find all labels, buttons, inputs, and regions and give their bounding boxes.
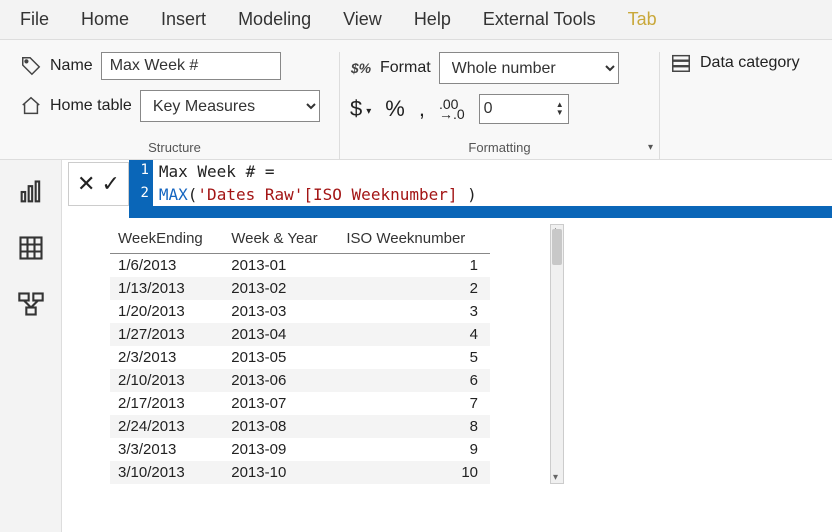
formula-buttons: ✕ ✓: [68, 162, 129, 206]
cell-weekending: 1/27/2013: [110, 323, 223, 346]
table-row[interactable]: 2/17/20132013-077: [110, 392, 490, 415]
formula-bar: ✕ ✓ 1 Max Week # = 2 MAX('Dates Raw'[ISO…: [62, 160, 832, 218]
cell-weekending: 2/10/2013: [110, 369, 223, 392]
cell-weekyear: 2013-03: [223, 300, 338, 323]
cell-weekending: 1/6/2013: [110, 254, 223, 278]
col-weekending[interactable]: WeekEnding: [110, 224, 223, 254]
cell-isoweek: 5: [338, 346, 490, 369]
tab-insert[interactable]: Insert: [161, 9, 206, 30]
name-label: Name: [50, 57, 93, 75]
cell-weekending: 1/20/2013: [110, 300, 223, 323]
currency-button[interactable]: $: [350, 96, 362, 122]
tab-modeling[interactable]: Modeling: [238, 9, 311, 30]
formatting-expand-icon[interactable]: ▾: [648, 142, 653, 153]
table-row[interactable]: 1/13/20132013-022: [110, 277, 490, 300]
cell-weekending: 2/24/2013: [110, 415, 223, 438]
cell-weekending: 1/13/2013: [110, 277, 223, 300]
formula-selection-bar: [129, 206, 832, 218]
cell-weekending: 3/3/2013: [110, 438, 223, 461]
format-select[interactable]: Whole number: [439, 52, 619, 84]
table-row[interactable]: 1/27/20132013-044: [110, 323, 490, 346]
spin-arrows[interactable]: ▲▼: [556, 101, 564, 117]
cell-weekyear: 2013-02: [223, 277, 338, 300]
cell-isoweek: 1: [338, 254, 490, 278]
ribbon-tabs: File Home Insert Modeling View Help Exte…: [0, 0, 832, 40]
decimal-places-spin[interactable]: 0 ▲▼: [479, 94, 569, 124]
cell-isoweek: 6: [338, 369, 490, 392]
group-title-formatting: Formatting: [340, 140, 659, 155]
cell-weekyear: 2013-08: [223, 415, 338, 438]
name-input[interactable]: [101, 52, 281, 80]
table-row[interactable]: 1/6/20132013-011: [110, 254, 490, 278]
formula-line-1[interactable]: Max Week # =: [153, 160, 832, 183]
group-formatting: $% Format Whole number $ ▾ % , .00→.0 0 …: [340, 52, 660, 159]
format-label: Format: [380, 59, 431, 77]
hometable-select[interactable]: Key Measures: [140, 90, 320, 122]
cell-isoweek: 8: [338, 415, 490, 438]
table-row[interactable]: 2/3/20132013-055: [110, 346, 490, 369]
group-title-structure: Structure: [10, 140, 339, 155]
table-row[interactable]: 2/10/20132013-066: [110, 369, 490, 392]
tag-icon: [20, 55, 42, 77]
ribbon-content: Name Home table Key Measures Structure $…: [0, 40, 832, 160]
cell-isoweek: 2: [338, 277, 490, 300]
cell-weekending: 2/3/2013: [110, 346, 223, 369]
table-row[interactable]: 2/24/20132013-088: [110, 415, 490, 438]
tab-home[interactable]: Home: [81, 9, 129, 30]
commit-formula-icon[interactable]: ✓: [101, 171, 119, 197]
tab-external-tools[interactable]: External Tools: [483, 9, 596, 30]
line-number-1: 1: [129, 160, 153, 183]
table-row[interactable]: 3/3/20132013-099: [110, 438, 490, 461]
cell-weekyear: 2013-07: [223, 392, 338, 415]
home-icon: [20, 95, 42, 117]
data-category-icon: [670, 52, 692, 74]
group-structure: Name Home table Key Measures Structure: [10, 52, 340, 159]
table-row[interactable]: 3/10/20132013-1010: [110, 461, 490, 484]
cell-isoweek: 7: [338, 392, 490, 415]
cell-isoweek: 9: [338, 438, 490, 461]
main-area: ✕ ✓ 1 Max Week # = 2 MAX('Dates Raw'[ISO…: [0, 160, 832, 532]
cell-weekyear: 2013-04: [223, 323, 338, 346]
percent-button[interactable]: %: [385, 96, 405, 122]
vertical-scrollbar[interactable]: [550, 224, 564, 484]
tab-active-partial[interactable]: Tab: [628, 9, 657, 30]
cell-weekending: 3/10/2013: [110, 461, 223, 484]
line-number-2: 2: [129, 183, 153, 206]
currency-dropdown-icon[interactable]: ▾: [366, 106, 371, 117]
cell-weekyear: 2013-09: [223, 438, 338, 461]
model-view-icon[interactable]: [17, 290, 45, 318]
data-view-icon[interactable]: [17, 234, 45, 262]
cell-weekyear: 2013-06: [223, 369, 338, 392]
cell-weekending: 2/17/2013: [110, 392, 223, 415]
tab-file[interactable]: File: [20, 9, 49, 30]
view-switcher: [0, 160, 62, 532]
tab-view[interactable]: View: [343, 9, 382, 30]
cell-isoweek: 4: [338, 323, 490, 346]
group-properties: Data category: [660, 52, 822, 159]
tab-help[interactable]: Help: [414, 9, 451, 30]
result-table: WeekEnding Week & Year ISO Weeknumber 1/…: [110, 224, 490, 484]
cell-weekyear: 2013-01: [223, 254, 338, 278]
cell-isoweek: 10: [338, 461, 490, 484]
table-row[interactable]: 1/20/20132013-033: [110, 300, 490, 323]
thousands-button[interactable]: ,: [419, 96, 425, 122]
decimal-value: 0: [484, 100, 493, 118]
hometable-label: Home table: [50, 97, 132, 115]
percent-format-icon: $%: [350, 57, 372, 79]
col-weekyear[interactable]: Week & Year: [223, 224, 338, 254]
col-isoweek[interactable]: ISO Weeknumber: [338, 224, 490, 254]
formula-line-2[interactable]: MAX('Dates Raw'[ISO Weeknumber] ): [153, 183, 832, 206]
data-category-label: Data category: [700, 54, 800, 72]
cell-weekyear: 2013-10: [223, 461, 338, 484]
report-view-icon[interactable]: [17, 178, 45, 206]
result-table-wrap: WeekEnding Week & Year ISO Weeknumber 1/…: [110, 224, 832, 484]
cancel-formula-icon[interactable]: ✕: [77, 171, 95, 197]
cell-weekyear: 2013-05: [223, 346, 338, 369]
scrollbar-thumb[interactable]: [552, 229, 562, 265]
editor-area: ✕ ✓ 1 Max Week # = 2 MAX('Dates Raw'[ISO…: [62, 160, 832, 532]
cell-isoweek: 3: [338, 300, 490, 323]
decimal-icon[interactable]: .00→.0: [439, 99, 465, 119]
